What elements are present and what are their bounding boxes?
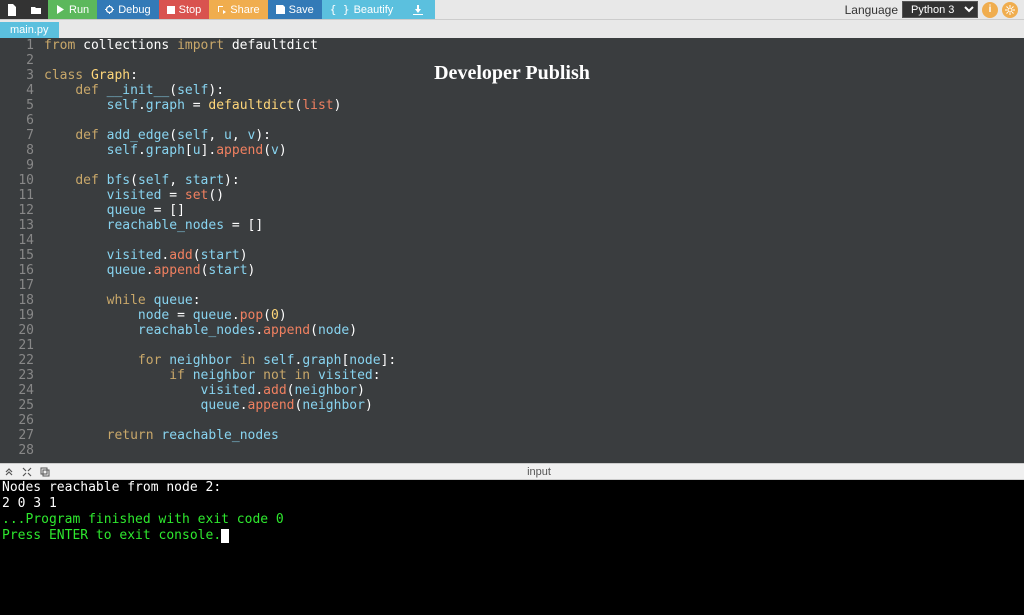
language-label: Language (845, 3, 898, 17)
code-line (44, 278, 1024, 293)
code-line: self.graph = defaultdict(list) (44, 98, 1024, 113)
code-line: visited.add(start) (44, 248, 1024, 263)
console-line: Press ENTER to exit console. (2, 528, 1022, 544)
code-line: for neighbor in self.graph[node]: (44, 353, 1024, 368)
stop-label: Stop (179, 4, 202, 16)
code-line (44, 113, 1024, 128)
beautify-label: Beautify (354, 4, 394, 16)
bug-icon (105, 5, 114, 14)
code-line (44, 53, 1024, 68)
line-gutter: 1234567891011121314151617181920212223242… (0, 38, 40, 463)
io-expand-button[interactable] (18, 463, 36, 480)
code-line: reachable_nodes = [] (44, 218, 1024, 233)
console-line: Nodes reachable from node 2: (2, 480, 1022, 496)
toolbar-right: Language Python 3 i (845, 0, 1024, 19)
io-bar: input (0, 463, 1024, 480)
io-copy-button[interactable] (36, 463, 54, 480)
code-line: def add_edge(self, u, v): (44, 128, 1024, 143)
code-line: if neighbor not in visited: (44, 368, 1024, 383)
console-line: ...Program finished with exit code 0 (2, 512, 1022, 528)
code-line (44, 158, 1024, 173)
expand-icon (22, 467, 32, 477)
braces-icon: { } (330, 3, 350, 16)
code-line: queue.append(start) (44, 263, 1024, 278)
stop-button[interactable]: Stop (159, 0, 210, 19)
info-icon: i (989, 4, 992, 15)
io-collapse-button[interactable] (0, 463, 18, 480)
save-label: Save (289, 4, 314, 16)
code-line: while queue: (44, 293, 1024, 308)
play-icon (56, 5, 65, 14)
code-line: self.graph[u].append(v) (44, 143, 1024, 158)
folder-open-icon (30, 4, 42, 16)
code-line: visited.add(neighbor) (44, 383, 1024, 398)
share-label: Share (230, 4, 259, 16)
save-icon (276, 5, 285, 14)
download-button[interactable] (401, 0, 435, 19)
code-line: return reachable_nodes (44, 428, 1024, 443)
settings-button[interactable] (1002, 2, 1018, 18)
debug-button[interactable]: Debug (97, 0, 158, 19)
code-line: class Graph: (44, 68, 1024, 83)
code-line: reachable_nodes.append(node) (44, 323, 1024, 338)
tab-bar: main.py (0, 20, 1024, 38)
collapse-icon (4, 467, 14, 477)
code-line: def bfs(self, start): (44, 173, 1024, 188)
new-file-button[interactable] (0, 0, 24, 19)
io-label: input (54, 466, 1024, 478)
file-tab-label: main.py (10, 24, 49, 36)
stop-icon (167, 6, 175, 14)
code-line: from collections import defaultdict (44, 38, 1024, 53)
share-icon (217, 5, 226, 14)
save-button[interactable]: Save (268, 0, 322, 19)
code-area[interactable]: from collections import defaultdict class… (40, 38, 1024, 463)
download-icon (413, 5, 423, 15)
code-line (44, 443, 1024, 458)
toolbar: Run Debug Stop Share Save { } Beautify L… (0, 0, 1024, 20)
code-line: def __init__(self): (44, 83, 1024, 98)
beautify-button[interactable]: { } Beautify (322, 0, 402, 19)
language-select[interactable]: Python 3 (902, 1, 978, 18)
file-icon (6, 4, 18, 16)
open-file-button[interactable] (24, 0, 48, 19)
console-output[interactable]: Nodes reachable from node 2:2 0 3 1...Pr… (0, 480, 1024, 615)
code-line (44, 233, 1024, 248)
code-line: visited = set() (44, 188, 1024, 203)
code-editor[interactable]: 1234567891011121314151617181920212223242… (0, 38, 1024, 463)
info-button[interactable]: i (982, 2, 998, 18)
toolbar-left: Run Debug Stop Share Save { } Beautify (0, 0, 435, 19)
cursor (221, 529, 229, 543)
debug-label: Debug (118, 4, 150, 16)
console-line: 2 0 3 1 (2, 496, 1022, 512)
code-line: node = queue.pop(0) (44, 308, 1024, 323)
code-line (44, 338, 1024, 353)
code-line: queue = [] (44, 203, 1024, 218)
run-button[interactable]: Run (48, 0, 97, 19)
run-label: Run (69, 4, 89, 16)
file-tab[interactable]: main.py (0, 22, 59, 38)
share-button[interactable]: Share (209, 0, 267, 19)
code-line (44, 413, 1024, 428)
code-line: queue.append(neighbor) (44, 398, 1024, 413)
gear-icon (1005, 5, 1015, 15)
copy-icon (40, 467, 50, 477)
